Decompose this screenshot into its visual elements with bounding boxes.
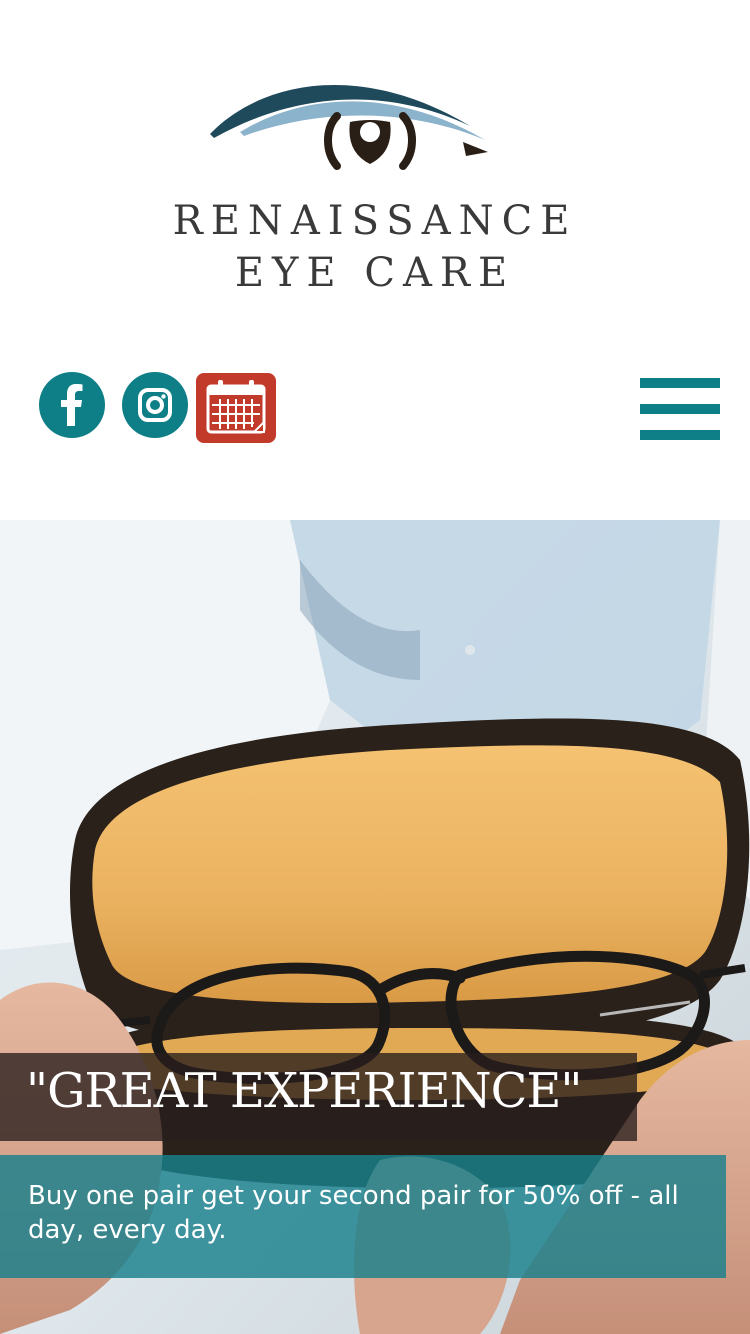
logo-text-eye-care: EYE CARE [234,250,516,296]
calendar-icon [206,380,266,434]
site-header: RENAISSANCE EYE CARE [0,0,750,520]
logo-text-renaissance: RENAISSANCE [172,198,578,244]
appointment-calendar-button[interactable] [196,373,276,443]
renaissance-eye-care-logo[interactable]: RENAISSANCE EYE CARE [160,60,590,300]
instagram-icon [138,388,172,422]
instagram-link[interactable] [122,372,188,438]
testimonial-banner: "GREAT EXPERIENCE" [0,1053,637,1141]
eye-logo-icon [210,85,488,170]
testimonial-quote: "GREAT EXPERIENCE" [26,1063,582,1119]
promo-text: Buy one pair get your second pair for 50… [28,1181,679,1245]
facebook-icon [61,384,83,426]
hamburger-menu-button[interactable] [638,376,722,444]
facebook-link[interactable] [39,372,105,438]
promo-banner[interactable]: Buy one pair get your second pair for 50… [0,1155,726,1278]
